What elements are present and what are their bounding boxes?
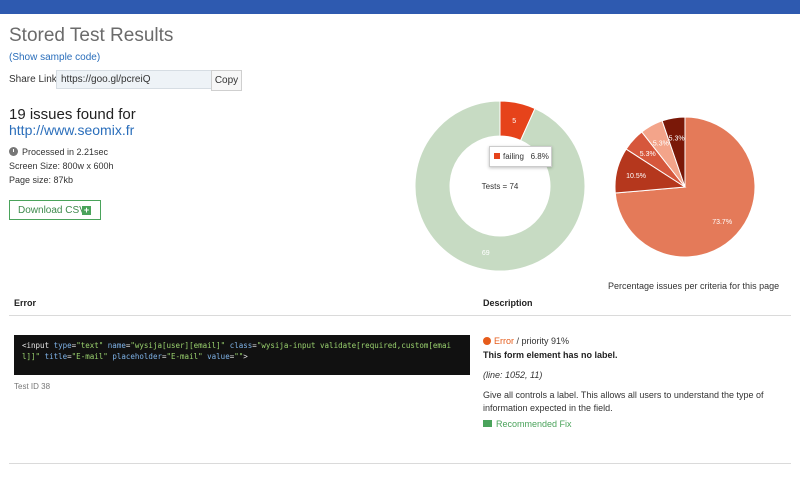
processed-time: Processed in 2.21sec [9, 147, 108, 157]
donut-slice-label: 69 [482, 250, 490, 257]
error-label: Error [494, 336, 514, 346]
code-tag-end: > [243, 352, 248, 361]
line-reference: (line: 1052, 11) [483, 370, 543, 380]
tooltip-swatch [494, 152, 500, 159]
criteria-pie-chart: 73.7%10.5%5.3%5.3%5.3% [614, 116, 756, 258]
tests-donut-chart: 5 69 Tests = 74 [414, 100, 586, 272]
issue-description: Give all controls a label. This allows a… [483, 390, 764, 413]
tested-url-link[interactable]: http://www.seomix.fr [9, 122, 134, 138]
code-attr-name: name [107, 341, 126, 350]
page-title: Stored Test Results [9, 25, 174, 46]
code-attr-value: "" [234, 352, 244, 361]
code-snippet: <input type="text" name="wysija[user][em… [14, 335, 470, 375]
page-size: Page size: 87kb [9, 175, 74, 185]
pie-slice-label: 10.5% [626, 173, 646, 180]
code-attr-value: "text" [76, 341, 104, 350]
share-link-input[interactable]: https://goo.gl/pcreiQ [56, 70, 214, 89]
pie-slice-label: 5.3% [653, 141, 669, 148]
bug-icon [483, 336, 491, 345]
plus-icon: + [82, 205, 91, 215]
recommended-fix-link[interactable]: Recommended Fix [483, 419, 572, 429]
issues-count-heading: 19 issues found for [9, 106, 136, 123]
code-tag: <input [22, 341, 50, 350]
recommended-fix-label: Recommended Fix [496, 419, 572, 429]
code-attr-name: title [44, 352, 68, 361]
test-id: Test ID 38 [14, 382, 51, 391]
top-navigation-bar [0, 0, 800, 14]
pie-slice-label: 5.3% [669, 135, 685, 142]
priority-text: / priority 91% [516, 336, 570, 346]
code-attr-value: "wysija[user][email]" [130, 341, 226, 350]
code-attr-name: class [229, 341, 253, 350]
fix-icon [483, 420, 492, 428]
table-bottom-divider [9, 463, 791, 464]
code-attr-value: "E-mail" [71, 352, 108, 361]
error-priority-line: Error / priority 91% [483, 336, 569, 346]
pie-caption: Percentage issues per criteria for this … [608, 281, 780, 291]
download-csv-label: Download CSV [18, 205, 86, 216]
screen-size: Screen Size: 800w x 600h [9, 161, 114, 171]
code-attr-value: "E-mail" [166, 352, 203, 361]
error-column-header: Error [14, 298, 37, 308]
tooltip-value: 6.8% [530, 152, 549, 161]
donut-center-label: Tests = 74 [482, 182, 519, 191]
code-attr-name: placeholder [112, 352, 162, 361]
donut-slice-label: 5 [512, 118, 516, 125]
download-csv-button[interactable]: Download CSV + [9, 200, 101, 220]
issue-title: This form element has no label. [483, 350, 618, 360]
copy-button[interactable]: Copy [211, 70, 242, 91]
pie-slice-label: 5.3% [640, 151, 656, 158]
code-attr-name: type [53, 341, 72, 350]
description-column-header: Description [483, 298, 533, 308]
chart-tooltip: failing 6.8% [489, 146, 552, 167]
share-link-label: Share Link: [9, 74, 60, 85]
stopwatch-icon [9, 147, 18, 157]
table-header-divider [9, 315, 791, 316]
show-sample-code-link[interactable]: (Show sample code) [9, 52, 100, 63]
code-attr-name: value [207, 352, 230, 361]
pie-slice-label: 73.7% [712, 219, 732, 226]
processed-time-text: Processed in 2.21sec [22, 147, 109, 157]
tooltip-label: failing [503, 152, 524, 161]
